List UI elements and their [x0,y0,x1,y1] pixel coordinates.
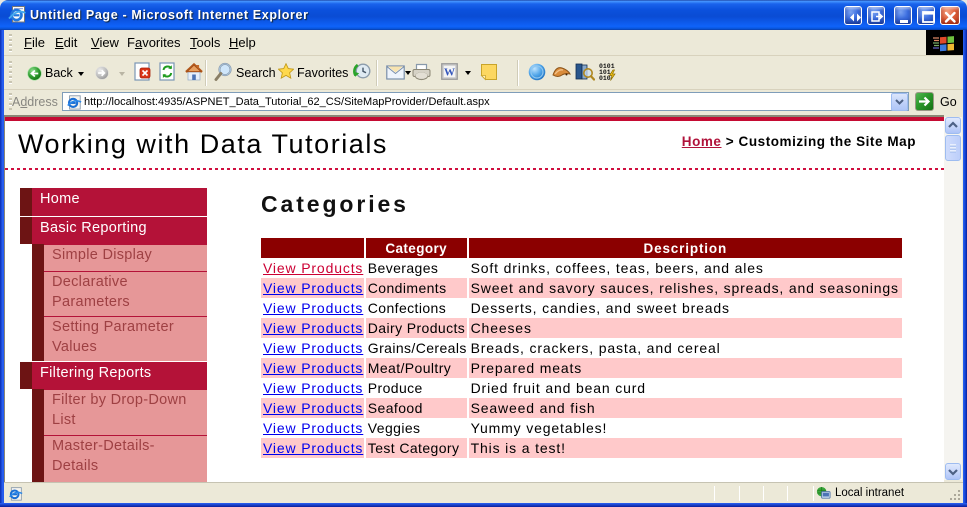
svg-text:W: W [444,67,455,79]
svg-text:010: 010 [599,75,611,82]
